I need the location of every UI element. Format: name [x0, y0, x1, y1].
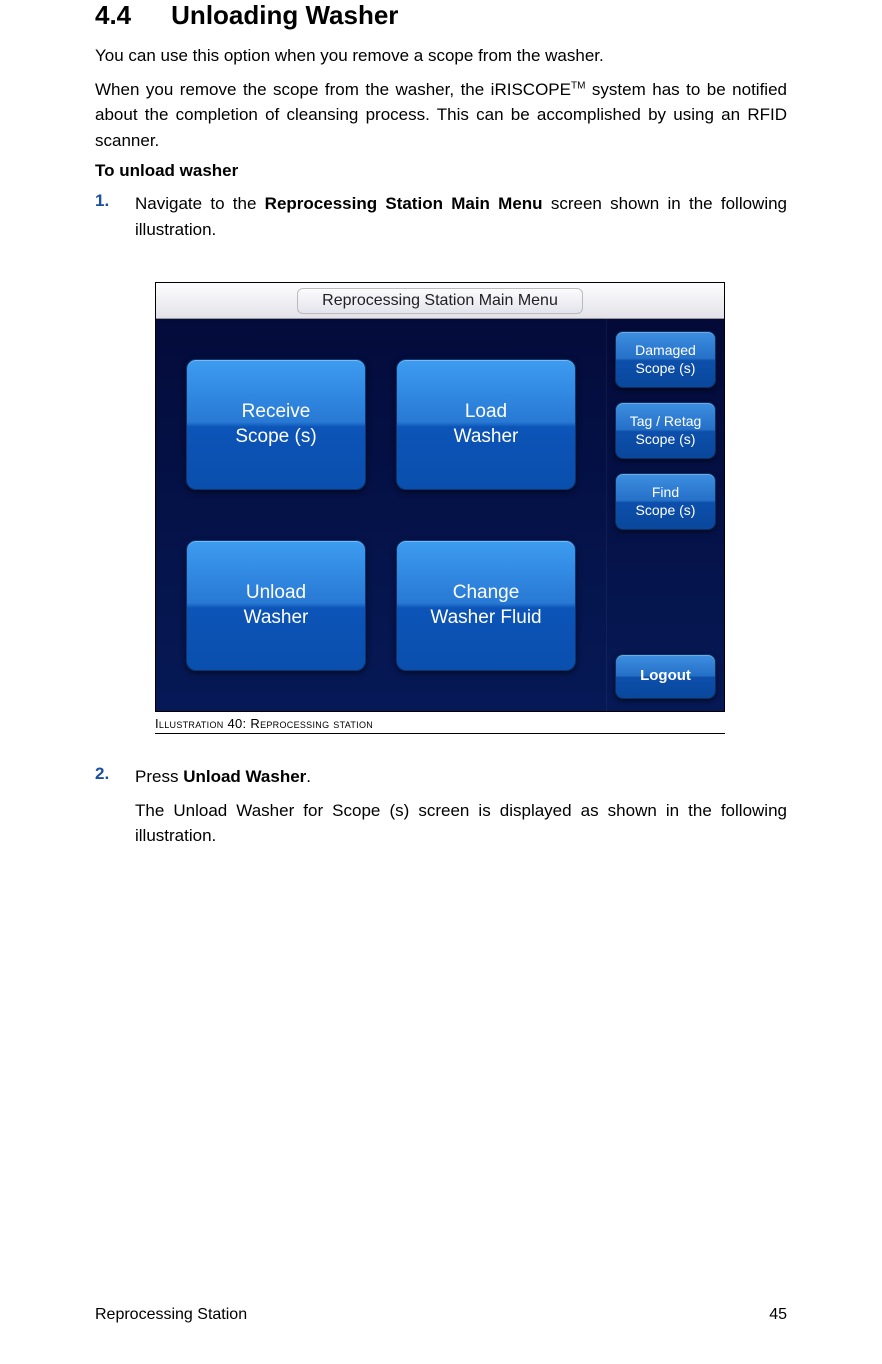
side-spacer: [615, 544, 716, 640]
unload-washer-button[interactable]: Unload Washer: [186, 540, 366, 671]
step-1-bold: Reprocessing Station Main Menu: [265, 194, 543, 213]
section-number: 4.4: [95, 0, 131, 31]
step-2: 2. Press Unload Washer.: [95, 764, 787, 790]
paragraph-2: When you remove the scope from the washe…: [95, 77, 787, 154]
tag-retag-scopes-button[interactable]: Tag / Retag Scope (s): [615, 402, 716, 459]
find-scopes-button[interactable]: Find Scope (s): [615, 473, 716, 530]
screenshot-reprocessing-station: Reprocessing Station Main Menu Receive S…: [155, 282, 725, 712]
illustration-caption: Illustration 40: Reprocessing station: [155, 716, 725, 734]
screenshot-titlebar: Reprocessing Station Main Menu: [156, 283, 724, 319]
step-2-text-a: Press: [135, 767, 183, 786]
button-grid: Receive Scope (s) Load Washer Unload Was…: [176, 349, 586, 681]
step-2-number: 2.: [95, 764, 115, 790]
receive-scopes-button[interactable]: Receive Scope (s): [186, 359, 366, 490]
step-2-continuation: The Unload Washer for Scope (s) screen i…: [135, 798, 787, 849]
step-2-cont-a: The: [135, 801, 173, 820]
section-title: Unloading Washer: [171, 0, 398, 31]
titlebar-inner: Reprocessing Station Main Menu: [297, 288, 583, 314]
trademark-superscript: TM: [571, 80, 585, 91]
damaged-scopes-button[interactable]: Damaged Scope (s): [615, 331, 716, 388]
caption-number: 40: [224, 716, 243, 731]
step-2-text-b: .: [306, 767, 311, 786]
logout-button[interactable]: Logout: [615, 654, 716, 699]
load-washer-button[interactable]: Load Washer: [396, 359, 576, 490]
footer-page-number: 45: [769, 1306, 787, 1324]
paragraph-1: You can use this option when you remove …: [95, 43, 787, 69]
step-1-text: Navigate to the Reprocessing Station Mai…: [135, 191, 787, 242]
step-1-number: 1.: [95, 191, 115, 242]
step-2-text: Press Unload Washer.: [135, 764, 787, 790]
subheading: To unload washer: [95, 161, 787, 181]
page-footer: Reprocessing Station 45: [95, 1306, 787, 1324]
step-2-bold: Unload Washer: [183, 767, 306, 786]
p2-text-a: When you remove the scope from the washe…: [95, 80, 571, 99]
illustration-40: Reprocessing Station Main Menu Receive S…: [155, 282, 725, 734]
side-button-area: Damaged Scope (s) Tag / Retag Scope (s) …: [606, 319, 724, 711]
caption-rest: Reprocessing station: [250, 716, 373, 731]
change-washer-fluid-button[interactable]: Change Washer Fluid: [396, 540, 576, 671]
step-1-text-a: Navigate to the: [135, 194, 265, 213]
main-button-area: Receive Scope (s) Load Washer Unload Was…: [156, 319, 606, 711]
caption-prefix: Illustration: [155, 716, 224, 731]
screenshot-body: Receive Scope (s) Load Washer Unload Was…: [156, 319, 724, 711]
step-2-cont-bold: Unload Washer for Scope (s): [173, 801, 409, 820]
step-1: 1. Navigate to the Reprocessing Station …: [95, 191, 787, 242]
section-heading: 4.4 Unloading Washer: [95, 0, 787, 31]
screenshot-title: Reprocessing Station Main Menu: [322, 292, 558, 309]
footer-left: Reprocessing Station: [95, 1306, 247, 1324]
